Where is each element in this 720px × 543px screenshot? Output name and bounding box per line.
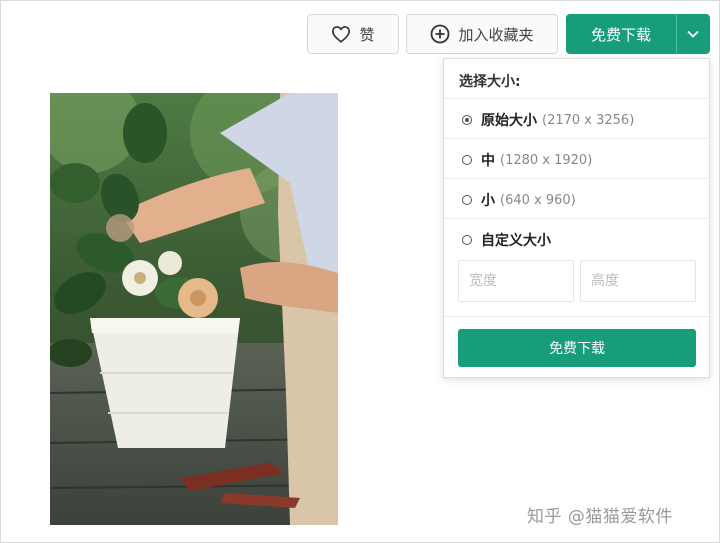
divider [444,178,709,179]
favorites-label: 加入收藏夹 [458,25,534,44]
option-label: 小 [481,193,495,209]
custom-width-input[interactable] [458,260,574,302]
download-options-toggle[interactable] [676,14,710,54]
plus-circle-icon [430,24,450,44]
like-label: 赞 [359,25,375,44]
option-dimensions: (2170 x 3256) [542,112,635,128]
chevron-down-icon [687,30,699,38]
heart-icon [331,25,351,43]
divider [444,138,709,139]
free-download-button[interactable]: 免费下载 [566,14,676,54]
watermark: 知乎 @猫猫爱软件 [527,507,673,527]
radio-icon[interactable] [462,155,472,165]
option-label: 自定义大小 [481,233,551,249]
panel-title: 选择大小: [459,74,521,90]
add-to-favorites-button[interactable]: 加入收藏夹 [406,14,558,54]
size-option-custom[interactable]: 自定义大小 [462,230,551,250]
panel-download-button[interactable]: 免费下载 [458,329,696,367]
radio-selected-icon[interactable] [462,115,472,125]
download-label: 免费下载 [590,25,651,44]
radio-icon[interactable] [462,235,472,245]
divider [444,98,709,99]
size-option-medium[interactable]: 中 (1280 x 1920) [462,150,592,170]
size-selection-panel: 选择大小: 原始大小 (2170 x 3256) 中 (1280 x 1920)… [443,58,710,378]
size-option-original[interactable]: 原始大小 (2170 x 3256) [462,110,634,130]
option-label: 原始大小 [481,113,537,129]
preview-image [50,93,338,525]
size-option-small[interactable]: 小 (640 x 960) [462,190,576,210]
radio-icon[interactable] [462,195,472,205]
option-dimensions: (640 x 960) [500,192,576,208]
option-label: 中 [481,153,495,169]
option-dimensions: (1280 x 1920) [500,152,593,168]
custom-height-input[interactable] [580,260,696,302]
panel-download-label: 免费下载 [549,341,605,357]
like-button[interactable]: 赞 [307,14,399,54]
divider [444,218,709,219]
divider [444,316,709,317]
